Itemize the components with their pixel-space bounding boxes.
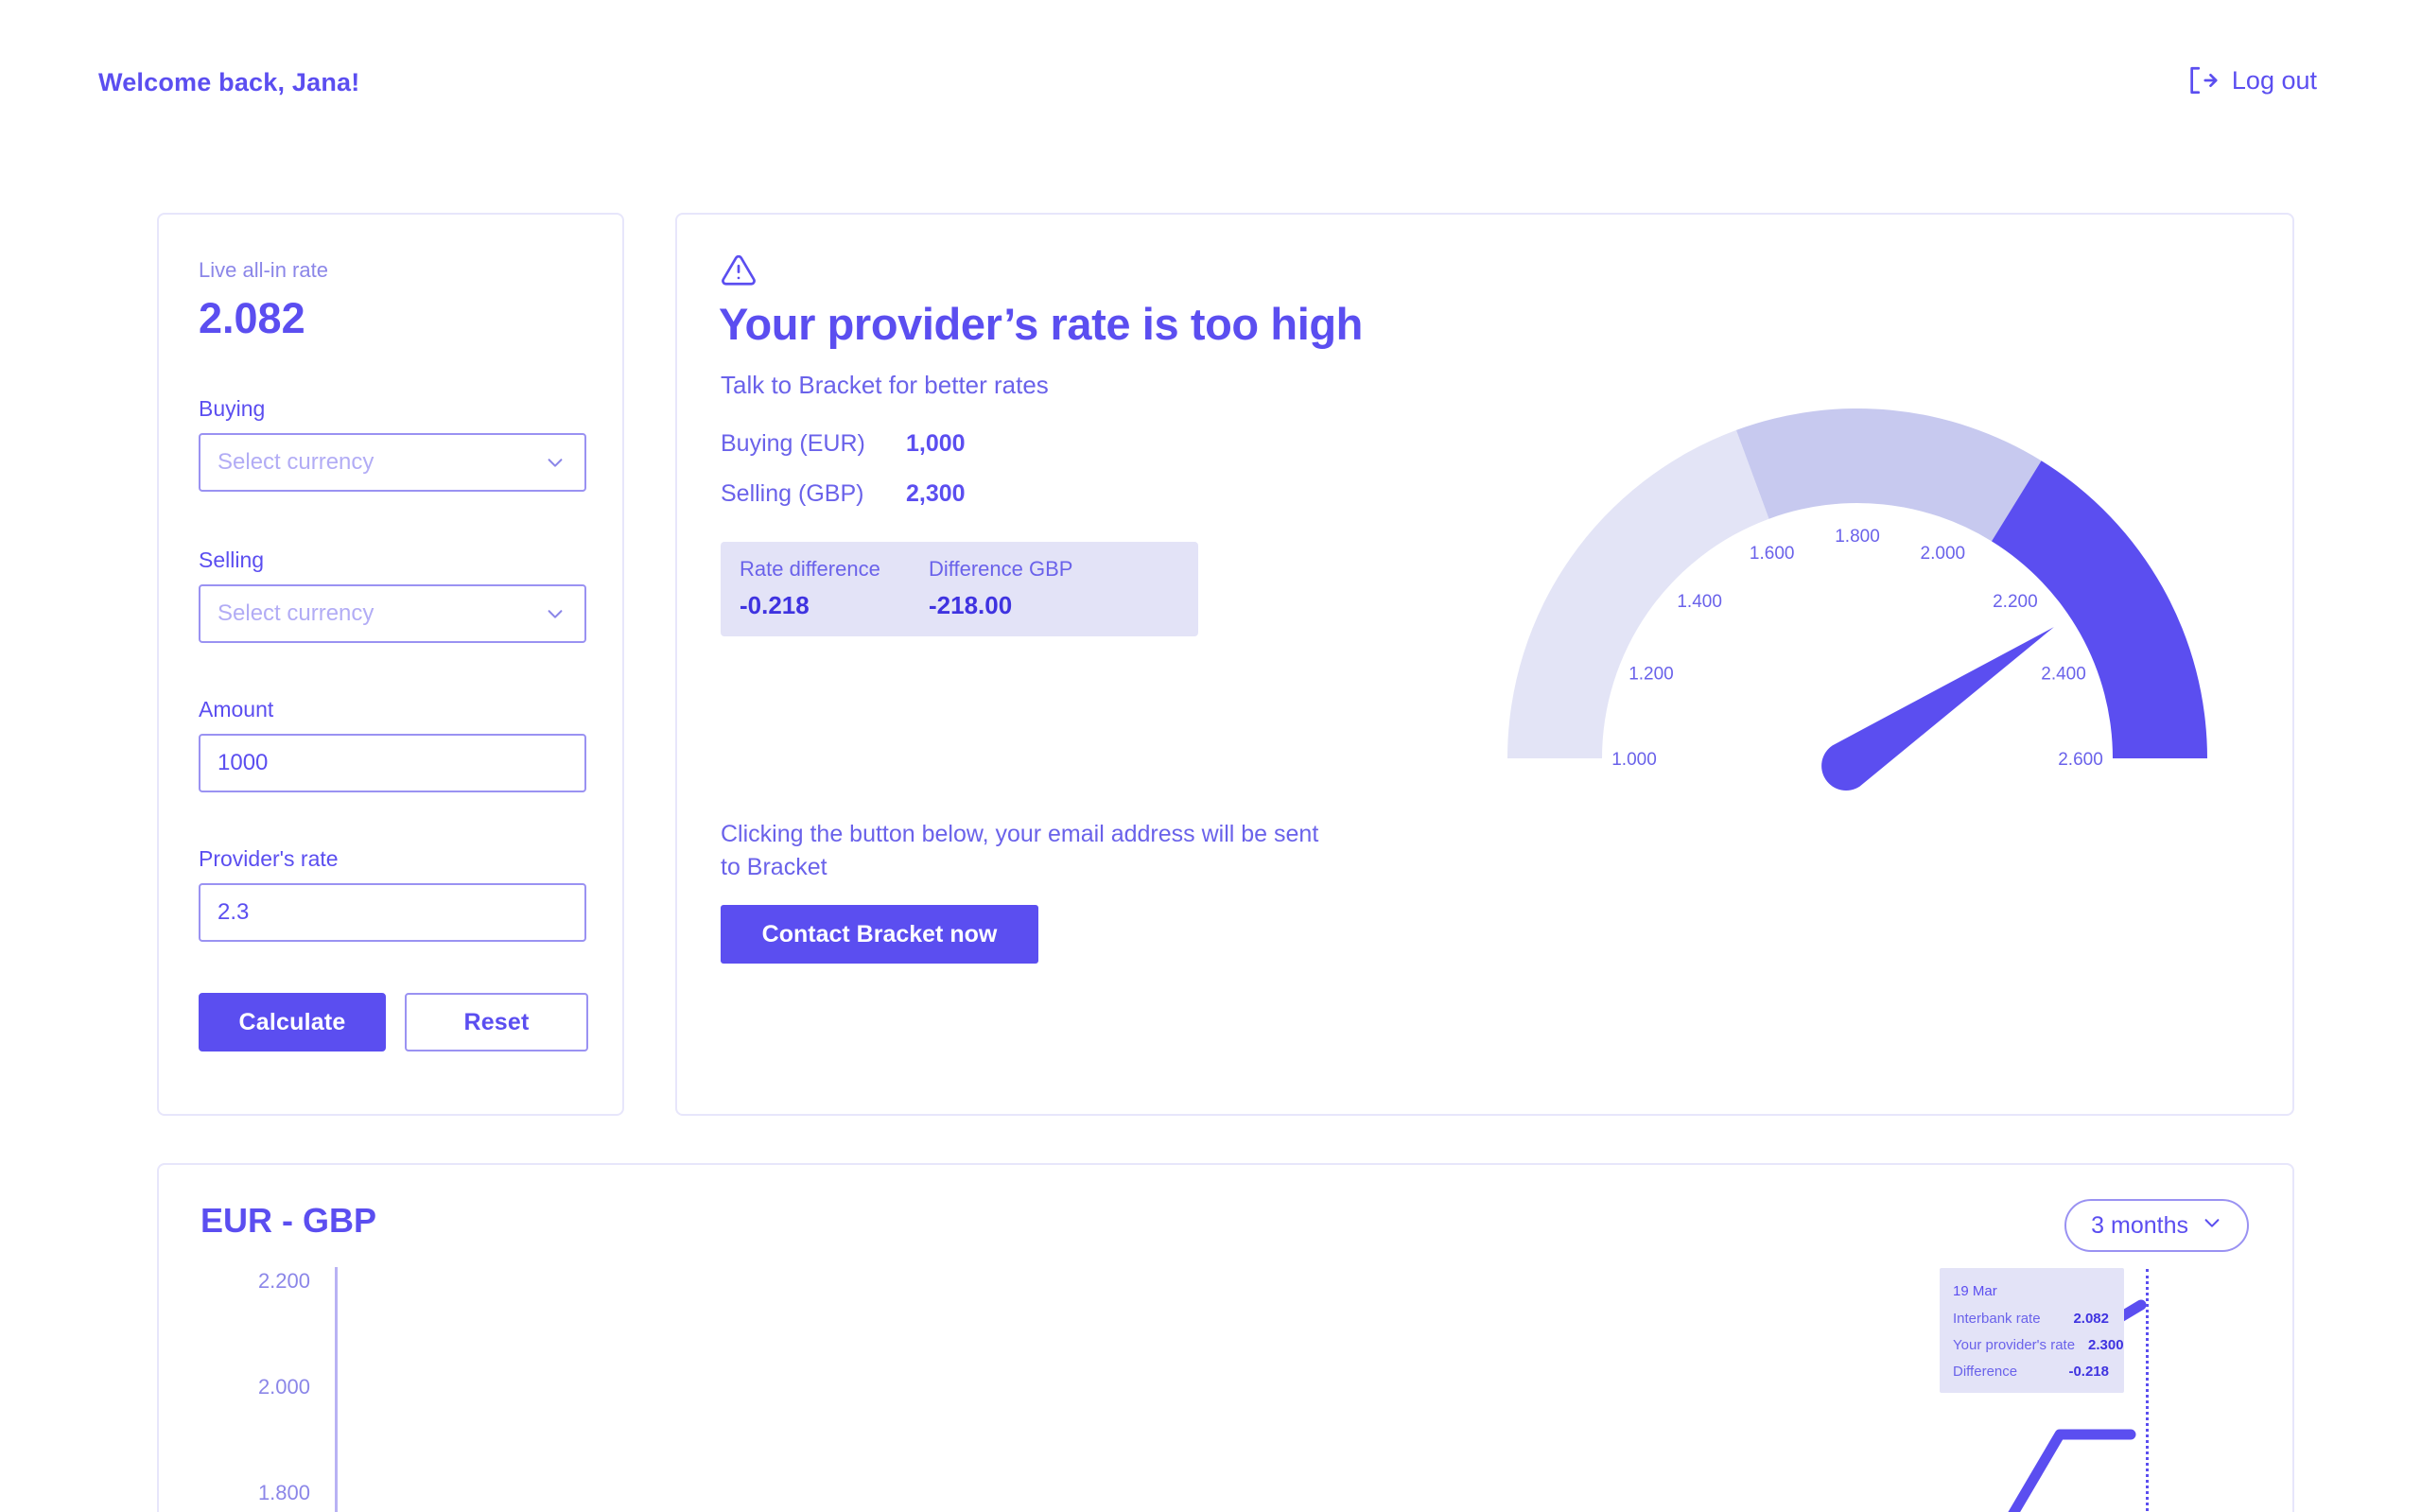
reset-button[interactable]: Reset	[405, 993, 588, 1051]
gauge-tick-label: 1.200	[1629, 665, 1674, 685]
gauge-tick-label: 1.600	[1750, 544, 1795, 564]
calculator-button-row: Calculate Reset	[199, 993, 588, 1051]
stat-difference-gbp: Difference GBP -218.00	[910, 542, 1198, 636]
selling-currency-select[interactable]: Select currency	[199, 584, 586, 643]
chart-cursor-line	[2146, 1269, 2149, 1512]
buying-label: Buying	[199, 396, 266, 421]
logout-button[interactable]: Log out	[2186, 64, 2317, 96]
calculator-card: Live all-in rate 2.082 Buying Select cur…	[157, 213, 624, 1116]
tooltip-row-value: -0.218	[2068, 1364, 2109, 1380]
tooltip-row-value: 2.082	[2073, 1311, 2109, 1327]
result-selling-row: Selling (GBP) 2,300	[721, 480, 966, 508]
range-select-label: 3 months	[2091, 1211, 2188, 1239]
provider-rate-line	[2008, 1429, 2136, 1512]
amount-input-value: 1000	[218, 750, 269, 775]
warning-triangle-icon	[721, 252, 757, 288]
gauge-band-low	[1507, 429, 1769, 758]
tooltip-row: Interbank rate 2.082	[1953, 1311, 2109, 1327]
app-root: Welcome back, Jana! Log out Live all-in …	[0, 0, 2421, 1512]
cta-note: Clicking the button below, your email ad…	[721, 821, 1319, 880]
gauge-tick-label: 2.000	[1921, 544, 1966, 564]
tooltip-row: Difference -0.218	[1953, 1364, 2109, 1380]
chevron-down-icon	[545, 603, 566, 624]
chevron-down-icon	[545, 452, 566, 473]
gauge-needle	[1821, 627, 2054, 791]
gauge-needle-pointer	[1821, 627, 2054, 791]
amount-field-group: Amount 1000	[199, 697, 586, 792]
result-selling-key: Selling (GBP)	[721, 480, 864, 507]
result-card: Your provider’s rate is too high Talk to…	[675, 213, 2294, 1116]
gauge-tick-label: 2.400	[2041, 665, 2086, 685]
chart-plot-area: 2.200 2.000 1.800 19 Mar Interbank rate …	[159, 1267, 2296, 1512]
selling-field-group: Selling Select currency	[199, 547, 586, 643]
tooltip-row-label: Interbank rate	[1953, 1311, 2041, 1327]
result-buying-value: 1,000	[906, 430, 966, 457]
top-bar: Welcome back, Jana! Log out	[0, 0, 2421, 151]
welcome-message: Welcome back, Jana!	[98, 68, 360, 96]
calculate-button[interactable]: Calculate	[199, 993, 386, 1051]
gauge-tick-label: 2.600	[2058, 750, 2103, 770]
selling-currency-placeholder: Select currency	[218, 600, 374, 626]
result-buying-row: Buying (EUR) 1,000	[721, 430, 966, 458]
chevron-down-icon	[2202, 1212, 2222, 1240]
amount-input[interactable]: 1000	[199, 734, 586, 792]
gauge-tick-label: 1.400	[1677, 592, 1722, 612]
chart-tooltip: 19 Mar Interbank rate 2.082 Your provide…	[1940, 1268, 2124, 1393]
provider-rate-input[interactable]: 2.3	[199, 883, 586, 942]
gauge-tick-label: 2.200	[1993, 592, 2038, 612]
provider-rate-input-value: 2.3	[218, 899, 250, 925]
live-rate-value: 2.082	[199, 294, 305, 342]
range-select[interactable]: 3 months	[2064, 1199, 2249, 1252]
history-chart-card: EUR - GBP 3 months 2.200 2.000 1.800 19 …	[157, 1163, 2294, 1512]
contact-bracket-button[interactable]: Contact Bracket now	[721, 905, 1038, 964]
gauge-tick-label: 1.000	[1611, 750, 1657, 770]
stat-value: -218.00	[929, 591, 1013, 619]
tooltip-row-value: 2.300	[2088, 1337, 2124, 1353]
result-buying-key: Buying (EUR)	[721, 430, 865, 457]
buying-currency-select[interactable]: Select currency	[199, 433, 586, 492]
tooltip-row-label: Difference	[1953, 1364, 2018, 1380]
result-selling-value: 2,300	[906, 480, 966, 507]
gauge-bands	[1507, 408, 2207, 758]
gauge-tick-label: 1.800	[1835, 527, 1880, 547]
tooltip-row: Your provider's rate 2.300	[1953, 1337, 2124, 1353]
selling-label: Selling	[199, 547, 265, 572]
result-subtitle: Talk to Bracket for better rates	[721, 371, 1049, 399]
live-rate-label: Live all-in rate	[199, 258, 328, 282]
rate-gauge-chart: 1.000 1.200 1.400 1.600 1.800 2.000 2.200 2.400…	[1507, 408, 2207, 791]
provider-rate-label: Provider's rate	[199, 846, 339, 871]
amount-label: Amount	[199, 697, 274, 721]
logout-label: Log out	[2231, 65, 2317, 95]
gauge-band-mid	[1735, 408, 2042, 542]
chart-title: EUR - GBP	[200, 1201, 377, 1240]
tooltip-row-label: Your provider's rate	[1953, 1337, 2076, 1353]
stat-label: Difference GBP	[929, 557, 1073, 581]
logout-arrow-icon	[2186, 64, 2219, 96]
provider-rate-field-group: Provider's rate 2.3	[199, 846, 586, 942]
tooltip-date: 19 Mar	[1953, 1283, 1997, 1299]
stat-value: -0.218	[740, 591, 810, 619]
result-title: Your provider’s rate is too high	[719, 299, 1363, 349]
buying-field-group: Buying Select currency	[199, 396, 586, 492]
buying-currency-placeholder: Select currency	[218, 449, 374, 475]
